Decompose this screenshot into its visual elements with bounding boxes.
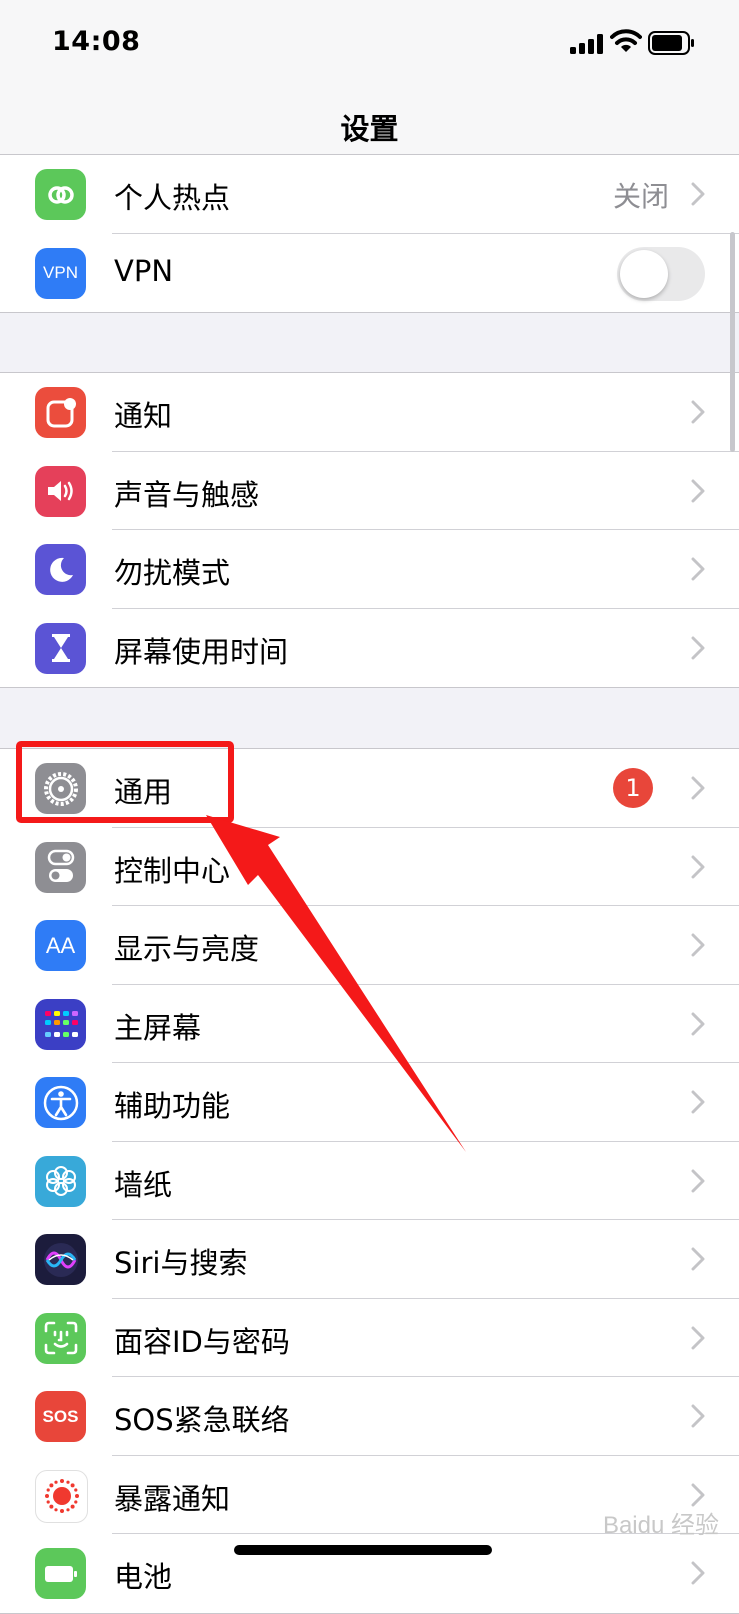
- settings-row-notifications[interactable]: 通知: [0, 373, 739, 452]
- settings-row-label: SOS紧急联络: [114, 1403, 290, 1437]
- annotation-highlight-box: [16, 741, 234, 823]
- cellular-signal-icon: [570, 34, 603, 54]
- settings-row-label: VPN: [114, 253, 174, 288]
- chevron-right-icon: [691, 855, 705, 878]
- settings-row-screen-time[interactable]: 屏幕使用时间: [0, 609, 739, 688]
- settings-row-personal-hotspot[interactable]: 个人热点 关闭: [0, 155, 739, 234]
- chevron-right-icon: [691, 636, 705, 659]
- settings-row-wallpaper[interactable]: 墙纸: [0, 1142, 739, 1220]
- hourglass-icon: [35, 622, 86, 674]
- chevron-right-icon: [691, 1012, 705, 1035]
- settings-row-label: Siri与搜索: [114, 1246, 248, 1280]
- settings-row-label: 电池: [114, 1560, 173, 1594]
- settings-row-siri[interactable]: Siri与搜索: [0, 1220, 739, 1299]
- update-badge: 1: [613, 768, 653, 808]
- chevron-right-icon: [691, 557, 705, 581]
- wifi-icon: [610, 29, 642, 52]
- settings-row-label: 通知: [114, 399, 173, 433]
- settings-row-label: 主屏幕: [114, 1010, 202, 1045]
- chevron-right-icon: [691, 1326, 705, 1349]
- settings-row-display[interactable]: AA 显示与亮度: [0, 906, 739, 985]
- settings-group-network: 个人热点 关闭 VPN VPN: [0, 154, 739, 313]
- settings-group-system: 通用 1 控制中心 AA 显示与亮度 主屏幕 辅助功能 墙纸 Siri与搜索 面…: [0, 748, 739, 1614]
- home-screen-icon: [35, 998, 86, 1050]
- settings-row-label: 屏幕使用时间: [114, 634, 289, 669]
- settings-row-control-center[interactable]: 控制中心: [0, 828, 739, 906]
- notifications-icon: [35, 387, 86, 438]
- settings-row-face-id[interactable]: 面容ID与密码: [0, 1299, 739, 1377]
- settings-row-label: 声音与触感: [114, 477, 260, 512]
- settings-row-label: 个人热点: [114, 181, 231, 215]
- personal-hotspot-icon: [35, 169, 86, 220]
- settings-row-label: 控制中心: [114, 853, 231, 888]
- vpn-icon: VPN: [35, 247, 86, 299]
- sounds-icon: [35, 465, 86, 517]
- chevron-right-icon: [691, 1247, 705, 1271]
- settings-row-label: 暴露通知: [114, 1481, 231, 1516]
- control-center-icon: [35, 841, 86, 893]
- status-time: 14:08: [52, 26, 141, 57]
- settings-row-label: 显示与亮度: [114, 932, 260, 966]
- face-id-icon: [35, 1312, 86, 1364]
- home-indicator[interactable]: [234, 1545, 492, 1555]
- display-icon: AA: [35, 920, 86, 971]
- battery-icon: [35, 1548, 86, 1599]
- scroll-indicator[interactable]: [730, 232, 735, 452]
- settings-row-label: 墙纸: [114, 1167, 173, 1202]
- watermark: Baidu 经验: [602, 1512, 719, 1539]
- exposure-icon: [35, 1469, 88, 1523]
- chevron-right-icon: [691, 1169, 705, 1192]
- settings-row-label: 勿扰模式: [114, 556, 231, 590]
- battery-status-icon: [648, 31, 694, 55]
- chevron-right-icon: [691, 182, 705, 206]
- settings-row-sos[interactable]: SOS SOS紧急联络: [0, 1377, 739, 1456]
- sos-icon: SOS: [35, 1391, 86, 1442]
- settings-row-do-not-disturb[interactable]: 勿扰模式: [0, 530, 739, 609]
- chevron-right-icon: [691, 1561, 705, 1585]
- vpn-toggle[interactable]: [617, 246, 705, 301]
- chevron-right-icon: [691, 1090, 705, 1114]
- navigation-bar: 设置: [0, 90, 739, 163]
- accessibility-icon: [35, 1077, 86, 1128]
- settings-row-vpn: VPN VPN: [0, 234, 739, 313]
- siri-icon: [35, 1234, 86, 1285]
- settings-row-label: 面容ID与密码: [114, 1324, 290, 1359]
- wallpaper-icon: [35, 1155, 86, 1207]
- chevron-right-icon: [691, 400, 705, 424]
- chevron-right-icon: [691, 776, 705, 800]
- settings-row-sounds[interactable]: 声音与触感: [0, 452, 739, 530]
- chevron-right-icon: [691, 1404, 705, 1428]
- moon-icon: [35, 544, 86, 595]
- chevron-right-icon: [691, 1483, 705, 1506]
- settings-row-accessibility[interactable]: 辅助功能: [0, 1063, 739, 1142]
- settings-group-notifications: 通知 声音与触感 勿扰模式 屏幕使用时间: [0, 372, 739, 688]
- status-bar: 14:08: [0, 0, 739, 90]
- settings-row-home-screen[interactable]: 主屏幕: [0, 985, 739, 1063]
- chevron-right-icon: [691, 479, 705, 502]
- hotspot-status: 关闭: [612, 180, 669, 213]
- chevron-right-icon: [691, 933, 705, 957]
- page-title: 设置: [340, 112, 399, 146]
- settings-row-label: 辅助功能: [114, 1089, 231, 1123]
